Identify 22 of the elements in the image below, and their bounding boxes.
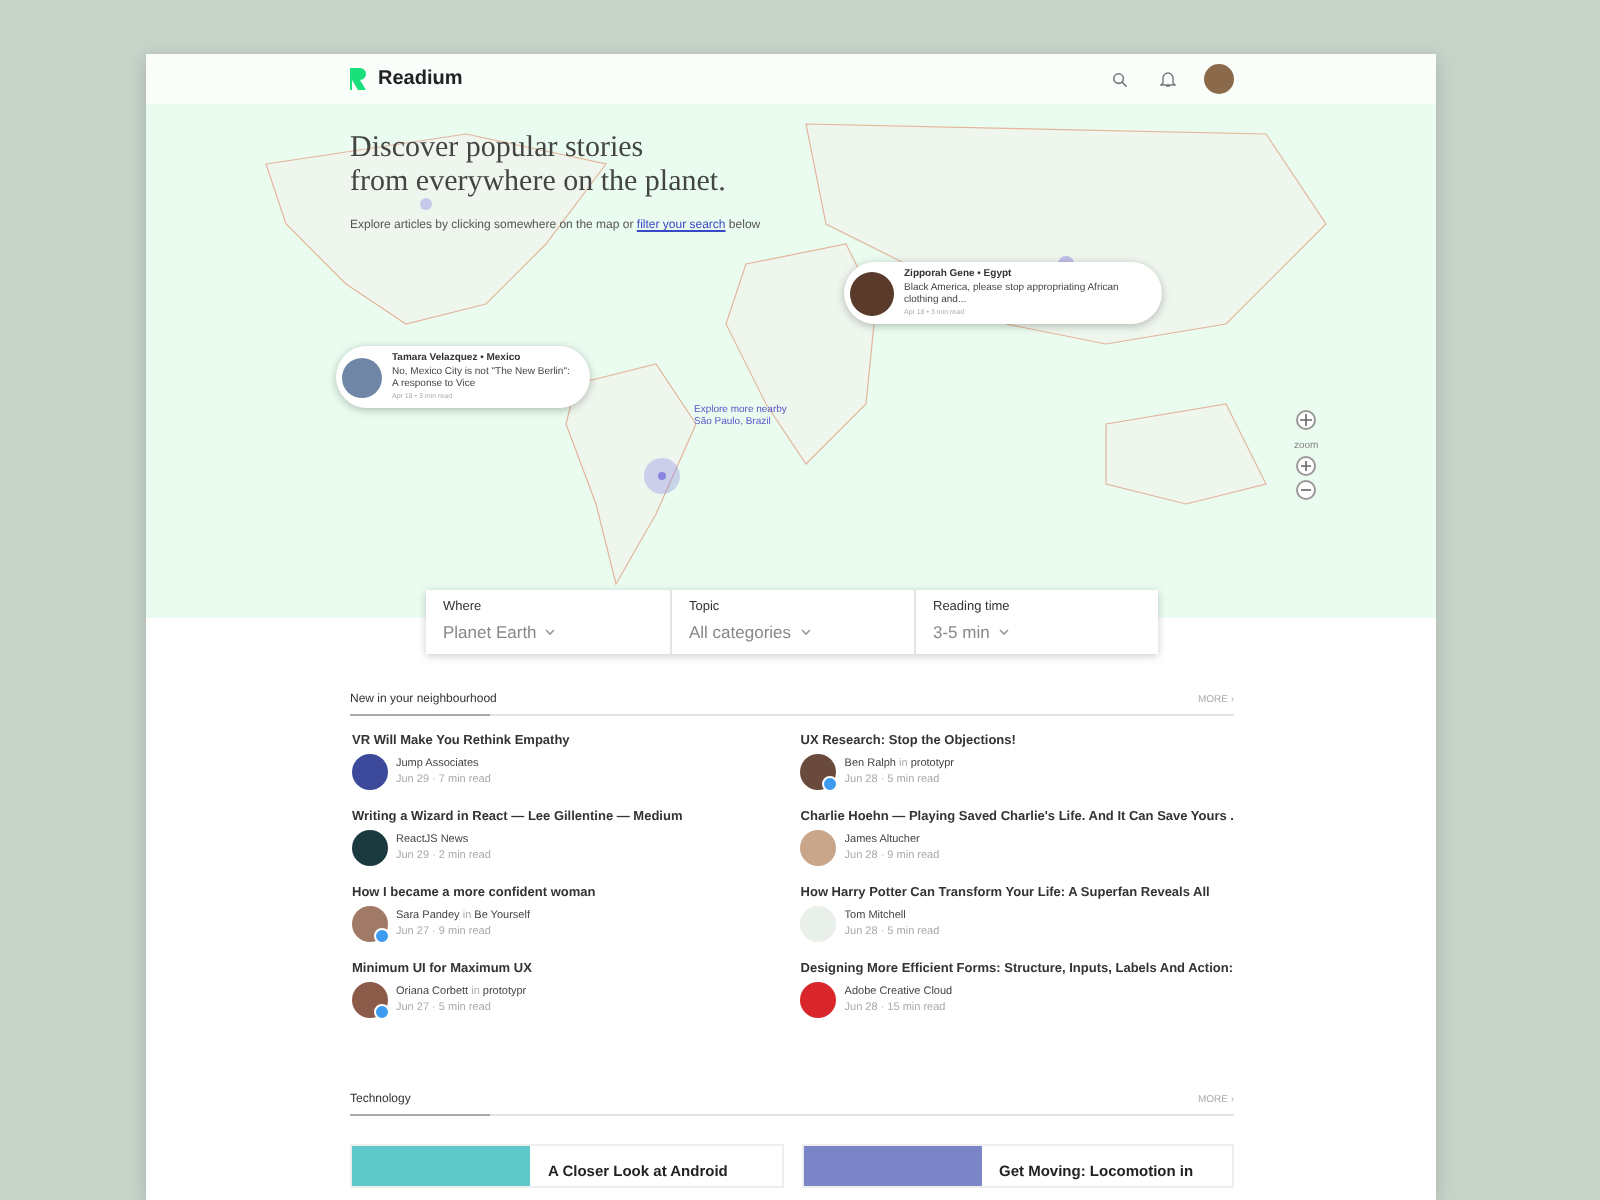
- avatar: [800, 830, 837, 866]
- avatar: [800, 754, 837, 790]
- chevron-down-icon: [799, 628, 812, 636]
- author-photo: [850, 271, 894, 315]
- zoom-out-button[interactable]: [1296, 480, 1317, 500]
- crosshair-icon: [1300, 414, 1313, 426]
- chevron-down-icon: [997, 628, 1010, 636]
- user-avatar[interactable]: [1204, 64, 1234, 94]
- search-icon[interactable]: [1112, 71, 1128, 87]
- zoom-in-button[interactable]: [1296, 456, 1317, 476]
- minus-icon: [1300, 484, 1313, 496]
- hero-title: Discover popular stories from everywhere on the planet.: [350, 132, 728, 200]
- avatar: [352, 830, 388, 866]
- bell-icon[interactable]: [1160, 70, 1176, 88]
- avatar: [352, 982, 388, 1018]
- plus-icon: [1300, 460, 1313, 472]
- locate-button[interactable]: [1296, 410, 1317, 430]
- avatar: [800, 982, 837, 1018]
- avatar: [352, 906, 388, 942]
- author-photo: [342, 357, 382, 397]
- chevron-down-icon: [544, 628, 557, 636]
- avatar: [352, 754, 388, 790]
